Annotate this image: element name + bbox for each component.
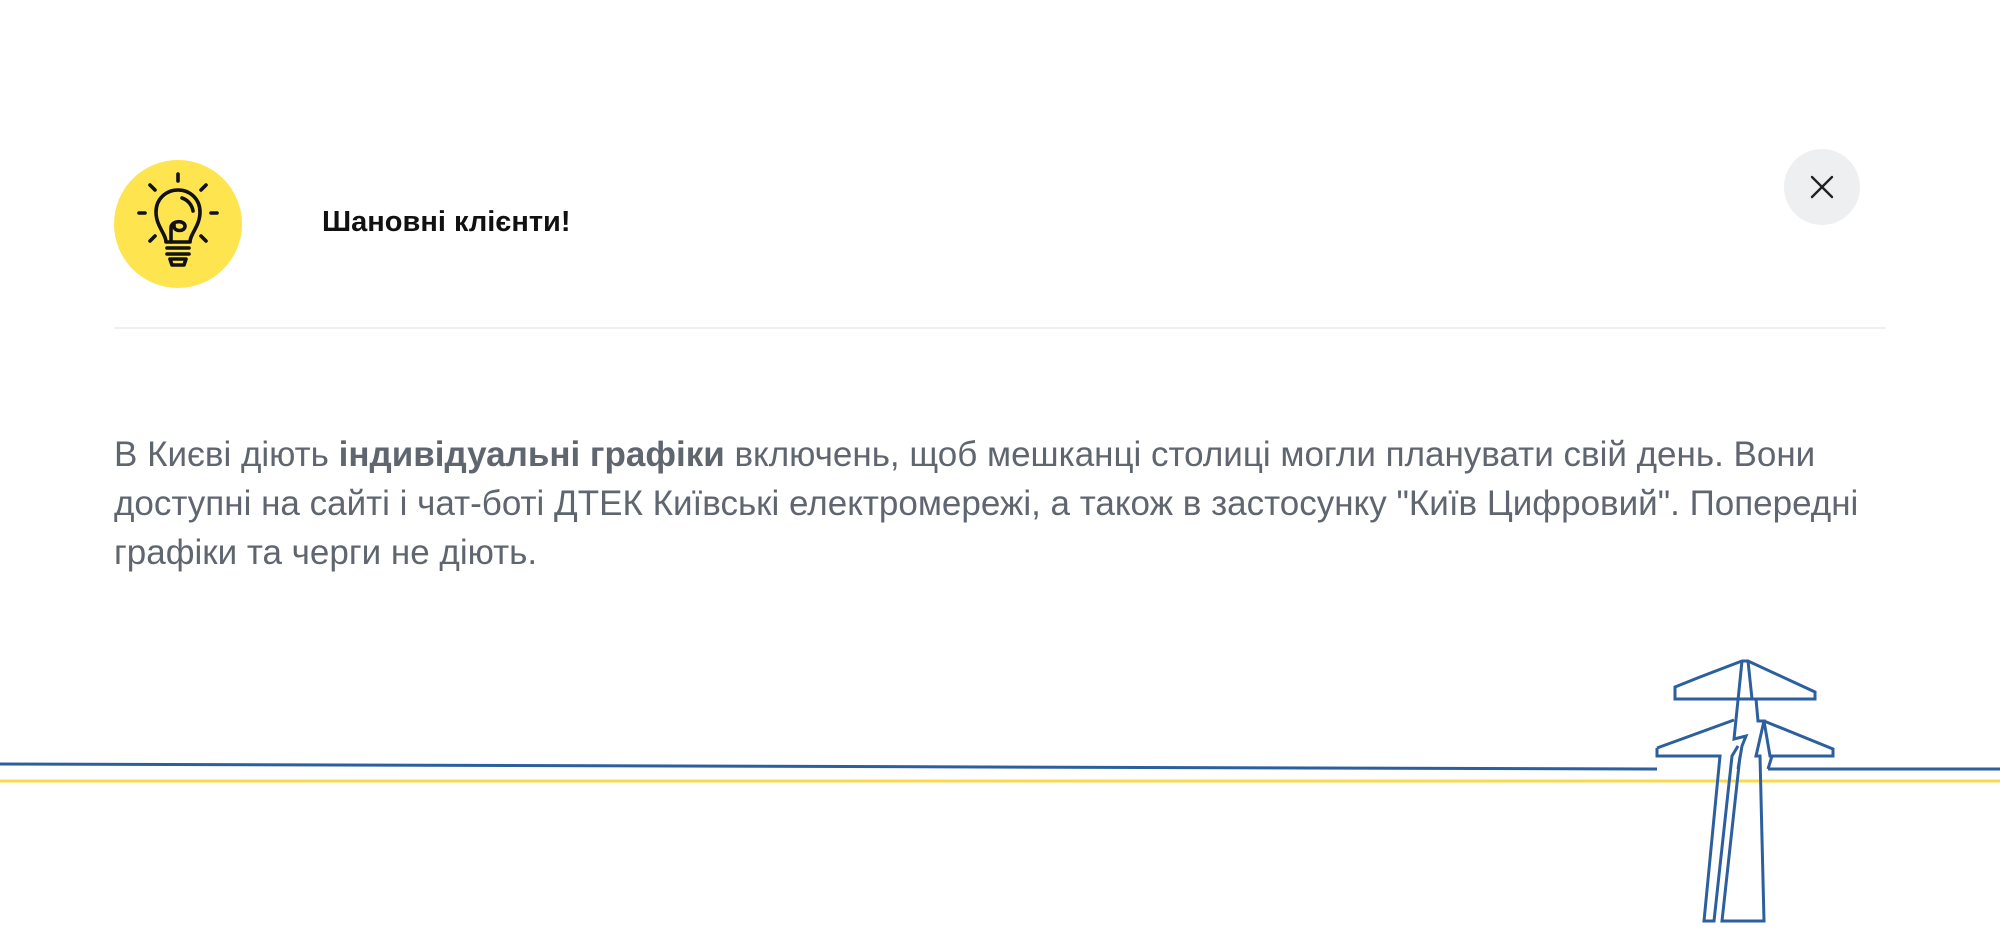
message-highlight: індивідуальні графіки: [338, 435, 725, 474]
close-button[interactable]: [1784, 149, 1860, 225]
modal-title: Шановні клієнти!: [322, 206, 571, 238]
lightbulb-icon: [114, 160, 242, 288]
pylon-icon: [1655, 659, 1835, 923]
power-pylon-illustration: [0, 640, 2000, 948]
modal-header: Шановні клієнти!: [114, 160, 1886, 328]
message-intro: В Києві діють: [114, 435, 339, 474]
close-icon: [1810, 175, 1834, 199]
notice-message: В Києві діють індивідуальні графіки вклю…: [114, 430, 1894, 577]
header-divider: [114, 327, 1886, 329]
blue-wire: [0, 762, 1658, 771]
notice-modal: Шановні клієнти! В Києві діють індивідуа…: [0, 0, 2000, 948]
